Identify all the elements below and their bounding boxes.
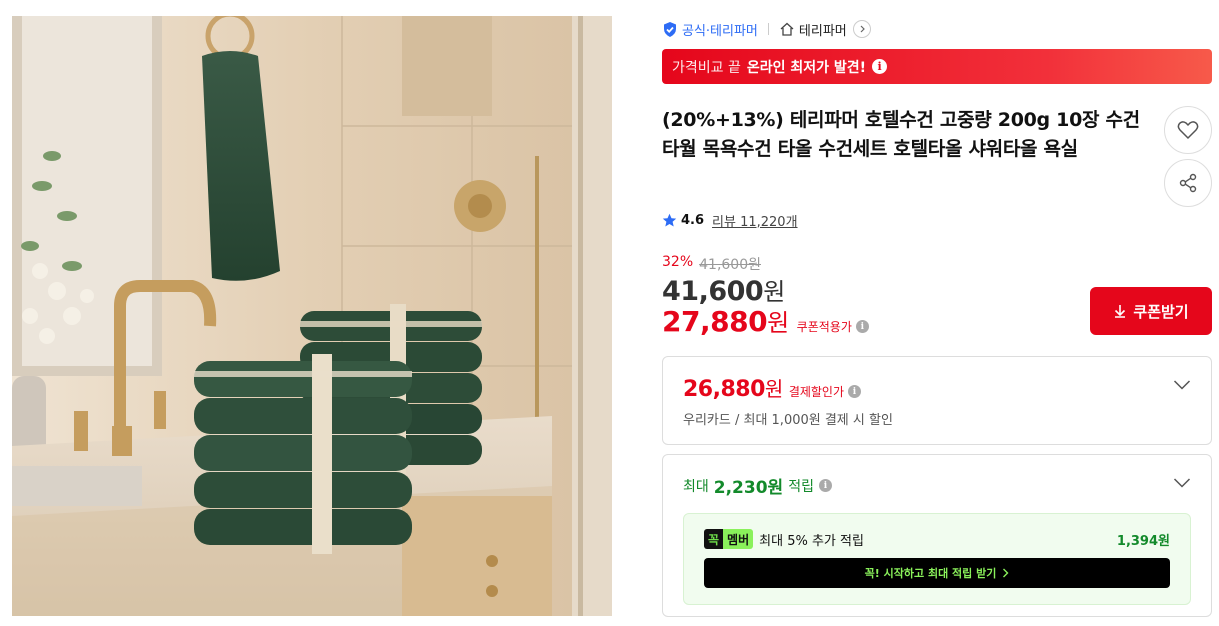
payment-discount-description: 우리카드 / 최대 1,000원 결제 시 할인	[683, 413, 893, 428]
coupon-price-amount: 27,880	[662, 305, 768, 338]
member-badge: 꼭 멤버	[704, 529, 754, 549]
discount-rate: 32%	[662, 254, 694, 270]
review-count-link[interactable]: 리뷰 11,220개	[712, 211, 798, 230]
share-icon	[1179, 173, 1197, 193]
sale-price-unit: 원	[763, 278, 785, 306]
payment-discount-card[interactable]: 26,880원 결제할인가 i 우리카드 / 최대 1,000원 결제 시 할인	[662, 356, 1212, 445]
member-badge-right: 멤버	[723, 529, 754, 549]
banner-highlight: 온라인 최저가 발견!	[746, 59, 867, 76]
payment-discount-amount-wrap: 26,880원	[683, 373, 783, 402]
share-button[interactable]	[1164, 159, 1212, 207]
store-name: 테리파머	[798, 23, 847, 39]
coupon-note: 쿠폰적용가 i	[797, 318, 869, 335]
coupon-price-unit: 원	[767, 309, 789, 337]
shield-check-icon	[664, 21, 676, 37]
sale-price: 41,600원	[662, 272, 785, 307]
payment-discount-label: 결제할인가	[788, 385, 845, 399]
payment-discount-amount: 26,880	[683, 377, 765, 402]
member-benefit-text: 최대 5% 추가 적립	[759, 533, 864, 549]
info-icon[interactable]: i	[848, 385, 862, 398]
points-prefix: 최대	[683, 478, 709, 495]
payment-discount-unit: 원	[764, 377, 783, 401]
star-icon	[662, 213, 677, 227]
product-page: 공식·테리파머 테리파머 가격비교 끝 온라인 최저가 발견! i (20%+1…	[0, 0, 1219, 626]
points-suffix: 적립	[788, 478, 814, 495]
points-card: 최대 2,230원 적립 i 꼭 멤버 최대 5% 추가 적립 1,394원 꼭…	[662, 454, 1212, 617]
info-icon[interactable]: i	[818, 479, 832, 492]
coupon-note-label: 쿠폰적용가	[796, 320, 852, 334]
rating-row: 4.6 리뷰 11,220개	[662, 211, 798, 230]
product-title: (20%+13%) 테리파머 호텔수건 고중량 200g 10장 수건 타월 목…	[662, 109, 1140, 160]
rating-score: 4.6	[681, 213, 705, 228]
chevron-right-icon	[1003, 568, 1009, 578]
divider	[767, 23, 769, 35]
points-amount: 2,230원	[713, 478, 784, 498]
member-badge-left: 꼭	[704, 529, 724, 549]
home-icon	[780, 22, 794, 36]
points-title: 최대 2,230원 적립 i	[683, 473, 832, 498]
chevron-right-icon	[852, 20, 871, 38]
original-price: 41,600원	[699, 257, 761, 273]
member-start-label: 꼭! 시작하고 최대 적립 받기	[864, 567, 997, 580]
banner-prefix: 가격비교 끝	[672, 59, 741, 76]
coupon-price-row: 27,880원 쿠폰적용가 i	[662, 303, 869, 338]
member-benefit-box: 꼭 멤버 최대 5% 추가 적립 1,394원 꼭! 시작하고 최대 적립 받기	[683, 513, 1191, 605]
download-icon	[1115, 305, 1126, 318]
chevron-down-icon[interactable]	[1173, 379, 1191, 391]
get-coupon-button[interactable]: 쿠폰받기	[1090, 287, 1212, 335]
info-icon[interactable]: i	[855, 320, 869, 333]
product-image[interactable]	[12, 16, 612, 616]
member-bonus-amount: 1,394원	[1116, 533, 1170, 549]
discount-row: 32% 41,600원	[662, 254, 761, 274]
payment-discount-price: 26,880원 결제할인가 i	[683, 373, 862, 402]
brand-row: 공식·테리파머 테리파머	[662, 18, 871, 40]
lowest-price-banner[interactable]: 가격비교 끝 온라인 최저가 발견! i	[662, 49, 1212, 84]
official-brand-link[interactable]: 공식·테리파머	[662, 20, 758, 39]
payment-discount-label-wrap: 결제할인가 i	[788, 383, 862, 400]
wishlist-button[interactable]	[1164, 106, 1212, 154]
coupon-price: 27,880원	[662, 303, 789, 338]
info-icon[interactable]: i	[872, 59, 888, 74]
get-coupon-label: 쿠폰받기	[1133, 302, 1189, 321]
official-brand-label: 공식·테리파머	[682, 23, 758, 39]
chevron-down-icon[interactable]	[1173, 477, 1191, 489]
heart-icon	[1177, 121, 1199, 140]
member-start-button[interactable]: 꼭! 시작하고 최대 적립 받기	[704, 558, 1170, 588]
member-benefit-row: 꼭 멤버 최대 5% 추가 적립 1,394원	[704, 529, 1170, 549]
store-link[interactable]: 테리파머	[779, 20, 871, 39]
